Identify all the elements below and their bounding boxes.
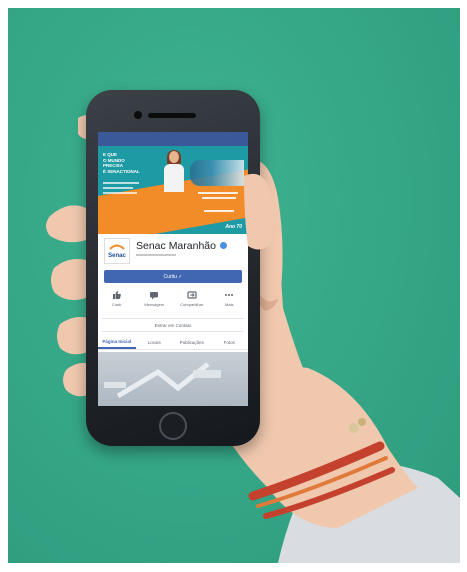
senac-logo-icon: Senac [108, 244, 126, 259]
page-header: Senac Senac Maranhão [98, 234, 248, 268]
phone-screen: E QUE O MUNDO PRECISA É SENACTIONAL Ano … [98, 132, 248, 406]
cover-photo[interactable]: E QUE O MUNDO PRECISA É SENACTIONAL Ano … [98, 146, 248, 234]
cover-text-line [198, 192, 238, 194]
post-image-graphic [104, 362, 221, 399]
action-label: Mais [225, 302, 234, 307]
page-category [136, 254, 176, 256]
action-label: Compartilhar [180, 302, 204, 307]
page-actions: Curtir Mensagem Compartilhar Mais [98, 288, 248, 314]
page-name[interactable]: Senac Maranhão [136, 240, 216, 252]
cover-headline: E QUE O MUNDO PRECISA É SENACTIONAL [103, 152, 140, 174]
home-button[interactable] [159, 412, 187, 440]
smartphone: E QUE O MUNDO PRECISA É SENACTIONAL Ano … [86, 90, 260, 446]
verified-badge-icon [220, 242, 227, 249]
action-share[interactable]: Compartilhar [177, 288, 207, 314]
action-like[interactable]: Curtir [102, 288, 132, 314]
tab-photos[interactable]: Fotos [211, 335, 249, 349]
action-message[interactable]: Mensagem [139, 288, 169, 314]
cover-person [160, 150, 188, 194]
page-tabs: Página Inicial Locais Publicações Fotos [98, 335, 248, 350]
share-icon [187, 291, 197, 299]
photo: E QUE O MUNDO PRECISA É SENACTIONAL Ano … [8, 8, 460, 563]
senac-logo[interactable]: Senac [104, 238, 130, 264]
cover-tag: Ano 70 [225, 224, 242, 230]
more-icon [225, 294, 234, 296]
action-label: Curtir [111, 302, 122, 307]
like-icon [112, 291, 121, 299]
post-preview-image[interactable] [98, 352, 248, 406]
cover-collage [190, 160, 244, 186]
tab-home[interactable]: Página Inicial [98, 335, 136, 349]
like-page-button[interactable]: Curtiu ✓ [104, 270, 242, 283]
logo-text: Senac [108, 253, 126, 259]
action-label: Mensagem [144, 302, 165, 307]
action-more[interactable]: Mais [214, 288, 244, 314]
earpiece-speaker [148, 113, 196, 118]
tab-posts[interactable]: Publicações [173, 335, 211, 349]
cover-text-line [103, 182, 139, 184]
tab-locations[interactable]: Locais [136, 335, 174, 349]
cover-text-line [103, 192, 137, 194]
cover-text-line [204, 210, 234, 212]
contact-button[interactable]: Entrar em Contato [102, 318, 244, 332]
cover-text-line [103, 187, 133, 189]
cover-text-line [202, 197, 236, 199]
front-camera [134, 111, 142, 119]
message-icon [150, 292, 159, 300]
facebook-top-bar [98, 132, 248, 146]
